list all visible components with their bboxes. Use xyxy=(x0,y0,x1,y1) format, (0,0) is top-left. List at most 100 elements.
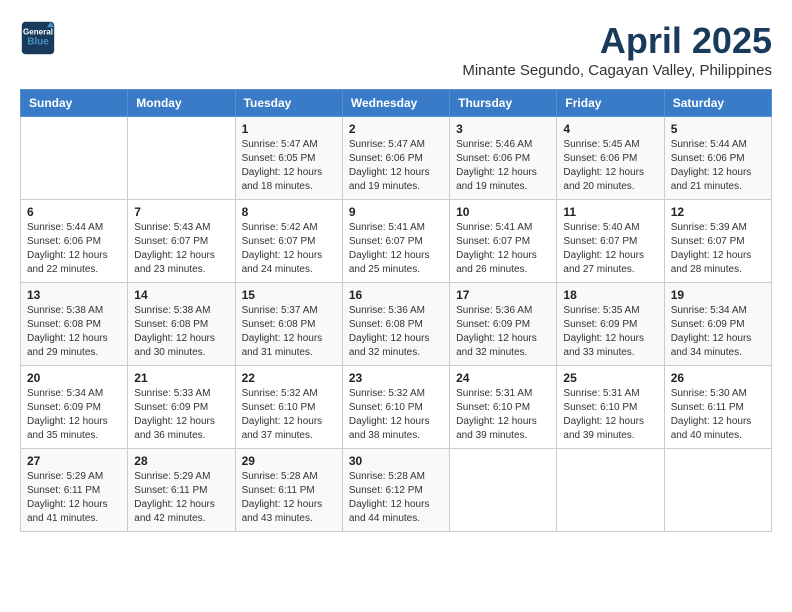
day-info: Sunrise: 5:31 AMSunset: 6:10 PMDaylight:… xyxy=(456,387,550,443)
day-number: 18 xyxy=(563,288,657,302)
day-info: Sunrise: 5:30 AMSunset: 6:11 PMDaylight:… xyxy=(671,387,765,443)
day-info: Sunrise: 5:29 AMSunset: 6:11 PMDaylight:… xyxy=(27,470,121,526)
day-info: Sunrise: 5:47 AMSunset: 6:06 PMDaylight:… xyxy=(349,138,443,194)
day-info: Sunrise: 5:29 AMSunset: 6:11 PMDaylight:… xyxy=(134,470,228,526)
calendar-cell: 19 Sunrise: 5:34 AMSunset: 6:09 PMDayligh… xyxy=(664,283,771,366)
day-info: Sunrise: 5:33 AMSunset: 6:09 PMDaylight:… xyxy=(134,387,228,443)
day-info: Sunrise: 5:34 AMSunset: 6:09 PMDaylight:… xyxy=(671,304,765,360)
day-number: 16 xyxy=(349,288,443,302)
day-info: Sunrise: 5:45 AMSunset: 6:06 PMDaylight:… xyxy=(563,138,657,194)
calendar-cell: 3 Sunrise: 5:46 AMSunset: 6:06 PMDaylight… xyxy=(450,117,557,200)
day-number: 24 xyxy=(456,371,550,385)
day-info: Sunrise: 5:41 AMSunset: 6:07 PMDaylight:… xyxy=(456,221,550,277)
day-number: 15 xyxy=(242,288,336,302)
calendar-cell: 12 Sunrise: 5:39 AMSunset: 6:07 PMDayligh… xyxy=(664,200,771,283)
weekday-header-wednesday: Wednesday xyxy=(342,90,449,117)
svg-text:General: General xyxy=(23,27,53,36)
calendar-cell: 14 Sunrise: 5:38 AMSunset: 6:08 PMDayligh… xyxy=(128,283,235,366)
day-number: 14 xyxy=(134,288,228,302)
day-info: Sunrise: 5:43 AMSunset: 6:07 PMDaylight:… xyxy=(134,221,228,277)
day-number: 7 xyxy=(134,205,228,219)
day-info: Sunrise: 5:41 AMSunset: 6:07 PMDaylight:… xyxy=(349,221,443,277)
calendar-week-row: 1 Sunrise: 5:47 AMSunset: 6:05 PMDaylight… xyxy=(21,117,772,200)
weekday-header-row: SundayMondayTuesdayWednesdayThursdayFrid… xyxy=(21,90,772,117)
calendar-cell: 22Sunrise: 5:32 AMSunset: 6:10 PMDayligh… xyxy=(235,366,342,449)
calendar-cell: 24 Sunrise: 5:31 AMSunset: 6:10 PMDayligh… xyxy=(450,366,557,449)
day-number: 17 xyxy=(456,288,550,302)
day-number: 6 xyxy=(27,205,121,219)
logo: General Blue xyxy=(20,20,56,56)
day-info: Sunrise: 5:44 AMSunset: 6:06 PMDaylight:… xyxy=(27,221,121,277)
calendar-cell: 27Sunrise: 5:29 AMSunset: 6:11 PMDayligh… xyxy=(21,449,128,532)
day-info: Sunrise: 5:28 AMSunset: 6:11 PMDaylight:… xyxy=(242,470,336,526)
day-info: Sunrise: 5:42 AMSunset: 6:07 PMDaylight:… xyxy=(242,221,336,277)
calendar-cell: 11 Sunrise: 5:40 AMSunset: 6:07 PMDayligh… xyxy=(557,200,664,283)
day-info: Sunrise: 5:47 AMSunset: 6:05 PMDaylight:… xyxy=(242,138,336,194)
weekday-header-thursday: Thursday xyxy=(450,90,557,117)
day-number: 3 xyxy=(456,122,550,136)
calendar-week-row: 13 Sunrise: 5:38 AMSunset: 6:08 PMDayligh… xyxy=(21,283,772,366)
calendar-cell: 20Sunrise: 5:34 AMSunset: 6:09 PMDayligh… xyxy=(21,366,128,449)
day-number: 25 xyxy=(563,371,657,385)
calendar-cell: 15 Sunrise: 5:37 AMSunset: 6:08 PMDayligh… xyxy=(235,283,342,366)
calendar-cell: 9 Sunrise: 5:41 AMSunset: 6:07 PMDaylight… xyxy=(342,200,449,283)
day-info: Sunrise: 5:39 AMSunset: 6:07 PMDaylight:… xyxy=(671,221,765,277)
day-info: Sunrise: 5:36 AMSunset: 6:08 PMDaylight:… xyxy=(349,304,443,360)
day-number: 10 xyxy=(456,205,550,219)
calendar-cell: 2 Sunrise: 5:47 AMSunset: 6:06 PMDaylight… xyxy=(342,117,449,200)
calendar-cell: 30 Sunrise: 5:28 AMSunset: 6:12 PMDayligh… xyxy=(342,449,449,532)
weekday-header-friday: Friday xyxy=(557,90,664,117)
day-number: 12 xyxy=(671,205,765,219)
day-info: Sunrise: 5:46 AMSunset: 6:06 PMDaylight:… xyxy=(456,138,550,194)
calendar-cell: 8 Sunrise: 5:42 AMSunset: 6:07 PMDaylight… xyxy=(235,200,342,283)
day-info: Sunrise: 5:40 AMSunset: 6:07 PMDaylight:… xyxy=(563,221,657,277)
day-info: Sunrise: 5:37 AMSunset: 6:08 PMDaylight:… xyxy=(242,304,336,360)
calendar-cell xyxy=(557,449,664,532)
day-number: 19 xyxy=(671,288,765,302)
weekday-header-saturday: Saturday xyxy=(664,90,771,117)
calendar-cell: 1 Sunrise: 5:47 AMSunset: 6:05 PMDaylight… xyxy=(235,117,342,200)
header: General Blue April 2025 Minante Segundo,… xyxy=(20,20,772,79)
calendar-cell: 18Sunrise: 5:35 AMSunset: 6:09 PMDayligh… xyxy=(557,283,664,366)
weekday-header-sunday: Sunday xyxy=(21,90,128,117)
day-info: Sunrise: 5:34 AMSunset: 6:09 PMDaylight:… xyxy=(27,387,121,443)
calendar-week-row: 6 Sunrise: 5:44 AMSunset: 6:06 PMDaylight… xyxy=(21,200,772,283)
calendar-title: April 2025 xyxy=(462,20,772,62)
weekday-header-tuesday: Tuesday xyxy=(235,90,342,117)
day-info: Sunrise: 5:32 AMSunset: 6:10 PMDaylight:… xyxy=(349,387,443,443)
day-number: 30 xyxy=(349,454,443,468)
day-info: Sunrise: 5:28 AMSunset: 6:12 PMDaylight:… xyxy=(349,470,443,526)
calendar-cell: 23Sunrise: 5:32 AMSunset: 6:10 PMDayligh… xyxy=(342,366,449,449)
calendar-cell xyxy=(128,117,235,200)
day-number: 1 xyxy=(242,122,336,136)
calendar-cell: 16 Sunrise: 5:36 AMSunset: 6:08 PMDayligh… xyxy=(342,283,449,366)
day-info: Sunrise: 5:36 AMSunset: 6:09 PMDaylight:… xyxy=(456,304,550,360)
day-info: Sunrise: 5:44 AMSunset: 6:06 PMDaylight:… xyxy=(671,138,765,194)
calendar-cell: 26Sunrise: 5:30 AMSunset: 6:11 PMDayligh… xyxy=(664,366,771,449)
day-number: 2 xyxy=(349,122,443,136)
day-number: 21 xyxy=(134,371,228,385)
day-number: 29 xyxy=(242,454,336,468)
calendar-week-row: 27Sunrise: 5:29 AMSunset: 6:11 PMDayligh… xyxy=(21,449,772,532)
calendar-cell: 10 Sunrise: 5:41 AMSunset: 6:07 PMDayligh… xyxy=(450,200,557,283)
calendar-cell: 13Sunrise: 5:38 AMSunset: 6:08 PMDayligh… xyxy=(21,283,128,366)
logo-icon: General Blue xyxy=(20,20,56,56)
day-info: Sunrise: 5:31 AMSunset: 6:10 PMDaylight:… xyxy=(563,387,657,443)
calendar-cell: 28Sunrise: 5:29 AMSunset: 6:11 PMDayligh… xyxy=(128,449,235,532)
title-area: April 2025 Minante Segundo, Cagayan Vall… xyxy=(462,20,772,79)
svg-text:Blue: Blue xyxy=(27,36,49,47)
day-info: Sunrise: 5:38 AMSunset: 6:08 PMDaylight:… xyxy=(134,304,228,360)
calendar-week-row: 20Sunrise: 5:34 AMSunset: 6:09 PMDayligh… xyxy=(21,366,772,449)
calendar-cell: 17 Sunrise: 5:36 AMSunset: 6:09 PMDayligh… xyxy=(450,283,557,366)
calendar-cell: 4Sunrise: 5:45 AMSunset: 6:06 PMDaylight… xyxy=(557,117,664,200)
calendar-cell: 6 Sunrise: 5:44 AMSunset: 6:06 PMDaylight… xyxy=(21,200,128,283)
day-number: 13 xyxy=(27,288,121,302)
calendar-cell xyxy=(21,117,128,200)
calendar-table: SundayMondayTuesdayWednesdayThursdayFrid… xyxy=(20,89,772,532)
day-number: 9 xyxy=(349,205,443,219)
day-number: 8 xyxy=(242,205,336,219)
calendar-cell: 25 Sunrise: 5:31 AMSunset: 6:10 PMDayligh… xyxy=(557,366,664,449)
day-info: Sunrise: 5:32 AMSunset: 6:10 PMDaylight:… xyxy=(242,387,336,443)
calendar-cell: 5Sunrise: 5:44 AMSunset: 6:06 PMDaylight… xyxy=(664,117,771,200)
day-number: 11 xyxy=(563,205,657,219)
